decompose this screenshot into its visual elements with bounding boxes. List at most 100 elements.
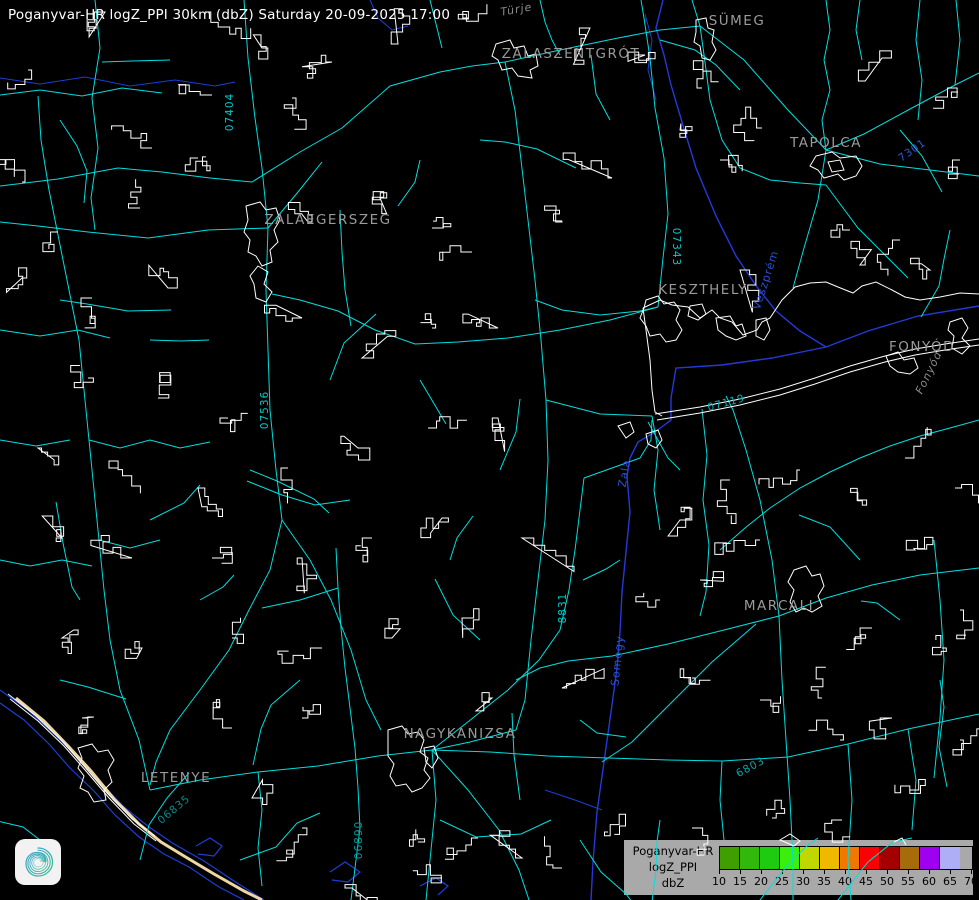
settlement-outline <box>198 488 223 517</box>
road-number-label: 07119 <box>706 392 746 414</box>
road-line <box>720 761 724 840</box>
road-line <box>253 680 300 765</box>
settlement-outline <box>760 696 781 712</box>
road-line <box>934 540 944 778</box>
road-line <box>861 601 900 620</box>
road-line <box>700 26 826 185</box>
river-line <box>645 14 656 100</box>
settlement-outline <box>955 476 979 503</box>
settlement-outline <box>831 225 850 237</box>
settlement-outline <box>906 537 933 550</box>
settlement-outline <box>692 828 708 855</box>
road-line <box>641 0 668 307</box>
road-line <box>939 680 947 787</box>
settlement-outline <box>846 628 872 650</box>
settlement-outline <box>0 160 25 182</box>
settlement-outline <box>302 55 332 78</box>
settlement-outline <box>420 314 435 328</box>
settlement-outline <box>185 157 210 171</box>
town-label: MARCALI <box>744 598 814 614</box>
road-line <box>799 515 860 560</box>
road-line <box>955 0 960 85</box>
met-logo <box>15 839 61 885</box>
settlement-outline <box>413 865 442 883</box>
region-label: Türje <box>500 0 534 18</box>
region-label: Zala <box>616 458 634 488</box>
settlement-outline <box>715 540 760 554</box>
settlement-outline <box>545 206 562 222</box>
road-line <box>89 440 210 448</box>
settlement-outline <box>278 648 322 663</box>
settlement-outline <box>265 305 303 321</box>
road-line <box>546 400 652 416</box>
settlement-outline <box>688 304 706 320</box>
settlement-outline <box>7 268 27 292</box>
settlement-outline <box>252 780 273 805</box>
road-line <box>432 750 529 900</box>
settlement-outline <box>680 669 710 684</box>
town-label: SÜMEG <box>709 11 766 29</box>
road-line <box>272 294 658 344</box>
road-line <box>398 160 420 206</box>
settlement-outline <box>858 51 891 81</box>
settlement-outline <box>421 518 449 538</box>
settlement-outline <box>362 331 396 358</box>
road-line <box>480 140 576 168</box>
settlement-outline <box>220 413 248 431</box>
road-line <box>535 300 658 315</box>
road-line <box>830 420 979 472</box>
road-line <box>580 720 626 737</box>
lake-shoreline <box>643 308 662 416</box>
road-line <box>440 820 551 837</box>
road-line <box>822 0 830 150</box>
settlement-outline <box>851 241 871 265</box>
settlement-outline <box>668 507 692 536</box>
settlement-outline <box>385 619 400 638</box>
road-line <box>779 616 793 900</box>
town-label: KESZTHELY <box>658 282 748 298</box>
settlement-outline <box>432 218 451 229</box>
road-line <box>244 0 268 228</box>
settlement-outline <box>109 461 140 493</box>
radar-map-svg: SÜMEGZALASZENTGRÓTTAPOLCAZALAEGERSZEGKES… <box>0 0 979 900</box>
map-title: Poganyvar-HR logZ_PPI 30km (dbZ) Saturda… <box>8 7 450 23</box>
road-line <box>56 502 80 600</box>
settlement-outline <box>680 124 692 138</box>
settlement-outline <box>825 820 851 842</box>
settlement-outline <box>877 240 900 276</box>
settlement-outline <box>716 316 746 340</box>
settlement-outline <box>562 669 604 688</box>
settlement-outline <box>767 800 785 818</box>
town-label: FONYÓD <box>889 337 955 355</box>
settlement-outline <box>828 160 844 172</box>
road-line <box>583 560 620 580</box>
settlement-outline <box>38 448 59 465</box>
settlement-outline <box>894 838 906 845</box>
road-line <box>921 230 950 317</box>
road-line <box>826 185 908 278</box>
settlement-outline <box>212 547 232 563</box>
road-line <box>150 485 200 520</box>
road-line <box>258 772 262 886</box>
settlement-outline <box>445 838 478 859</box>
settlement-outline <box>720 155 742 172</box>
settlement-outline <box>341 436 370 460</box>
region-label: Veszprém <box>750 249 781 312</box>
town-label: ZALASZENTGRÓT <box>502 44 640 62</box>
river-line <box>420 878 448 895</box>
river-line <box>0 77 235 86</box>
road-line <box>568 616 779 661</box>
road-line <box>0 560 92 566</box>
settlement-outline <box>297 558 317 593</box>
road-number-label: 8831 <box>557 593 569 624</box>
settlement-outline <box>605 814 626 835</box>
settlement-outline <box>957 610 973 639</box>
settlement-outline <box>911 258 930 279</box>
settlement-outline <box>253 35 267 59</box>
settlement-outline <box>250 266 272 302</box>
road-line <box>760 838 818 900</box>
road-line <box>0 330 110 338</box>
road-line <box>0 62 505 186</box>
road-number-label: 06890 <box>353 821 365 859</box>
road-line <box>102 60 170 62</box>
